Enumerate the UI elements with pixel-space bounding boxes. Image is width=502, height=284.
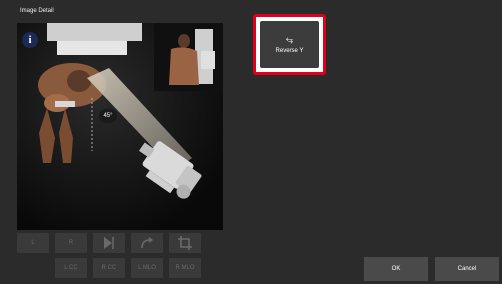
cancel-button[interactable]: Cancel bbox=[435, 257, 499, 281]
angle-badge: 45° bbox=[99, 109, 117, 123]
reverse-y-label: Reverse Y bbox=[275, 48, 304, 54]
flip-button[interactable] bbox=[93, 233, 125, 253]
image-viewport[interactable] bbox=[17, 23, 223, 230]
tool-R-button[interactable]: R bbox=[55, 233, 87, 253]
reverse-y-highlight: ⥃ Reverse Y bbox=[253, 14, 326, 75]
info-icon[interactable]: i bbox=[22, 32, 38, 48]
rotate-button[interactable] bbox=[131, 233, 163, 253]
ok-button[interactable]: OK bbox=[364, 257, 428, 281]
view-lcc-label: L CC bbox=[64, 265, 78, 271]
window-title: Image Detail bbox=[20, 8, 54, 14]
view-rmlo-label: R MLO bbox=[175, 265, 195, 271]
crop-button[interactable] bbox=[169, 233, 201, 253]
view-lcc-button[interactable]: L CC bbox=[55, 258, 87, 278]
positioning-illustration bbox=[17, 23, 223, 230]
view-rmlo-button[interactable]: R MLO bbox=[169, 258, 201, 278]
flip-icon bbox=[104, 237, 114, 249]
reverse-icon: ⥃ bbox=[285, 34, 294, 44]
view-rcc-button[interactable]: R CC bbox=[93, 258, 125, 278]
toolbar-row-2: L CC R CC L MLO R MLO bbox=[17, 258, 201, 278]
tool-L-label: L bbox=[31, 240, 35, 246]
view-rcc-label: R CC bbox=[101, 265, 117, 271]
crop-icon bbox=[178, 236, 192, 250]
rotate-icon bbox=[141, 237, 153, 249]
view-lmlo-button[interactable]: L MLO bbox=[131, 258, 163, 278]
view-lmlo-label: L MLO bbox=[138, 265, 156, 271]
toolbar-row-1: L R bbox=[17, 233, 201, 253]
tool-R-label: R bbox=[68, 240, 74, 246]
tool-L-button[interactable]: L bbox=[17, 233, 49, 253]
reverse-y-button[interactable]: ⥃ Reverse Y bbox=[260, 21, 319, 68]
